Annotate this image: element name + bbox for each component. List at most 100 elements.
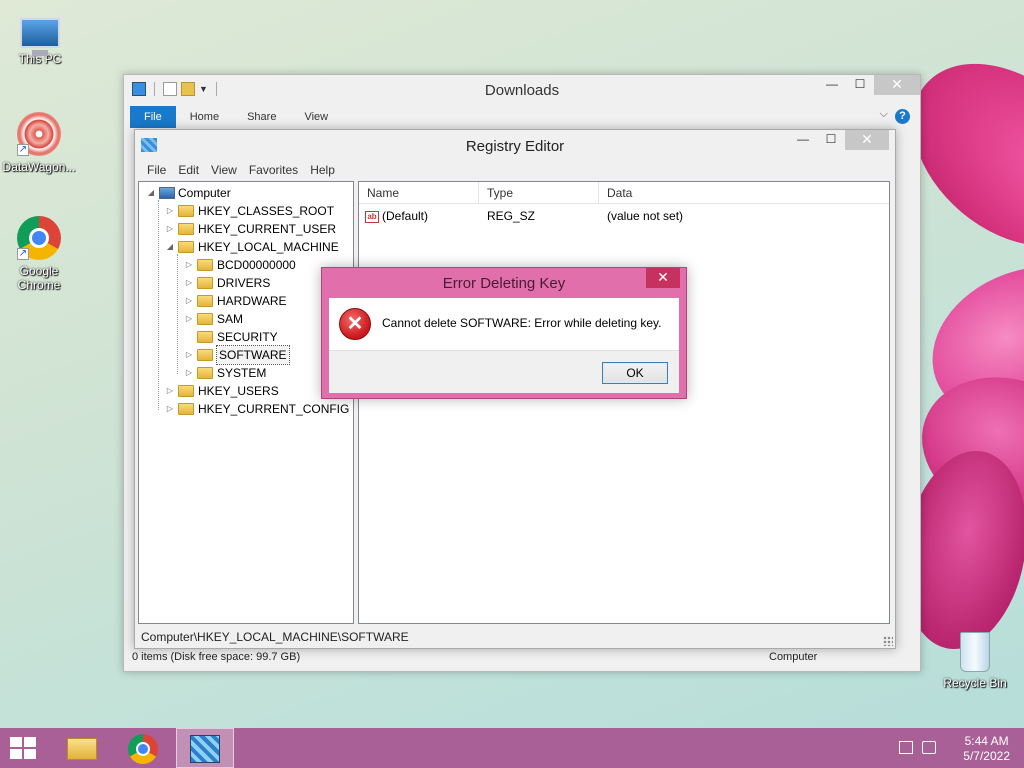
folder-icon [197, 259, 213, 271]
desktop-icon-chrome[interactable]: ↗ Google Chrome [0, 216, 79, 292]
expand-arrow-icon[interactable]: ▷ [164, 382, 176, 400]
tree-node-hkcu[interactable]: ▷ HKEY_CURRENT_USER [164, 220, 336, 238]
expand-ribbon-icon[interactable]: ⌵ [880, 108, 888, 121]
tree-node-hardware[interactable]: ▷ HARDWARE [183, 292, 287, 310]
registry-title-bar[interactable]: Registry Editor — ☐ ✕ [135, 130, 895, 160]
folder-icon [178, 385, 194, 397]
error-message: Cannot delete SOFTWARE: Error while dele… [382, 316, 662, 330]
registry-tree[interactable]: ◢ Computer ▷ HKEY_CLASSES_ROOT ▷ HKEY_CU… [138, 181, 354, 624]
list-item[interactable]: ab (Default) REG_SZ (value not set) [359, 206, 889, 226]
folder-icon [178, 223, 194, 235]
clock-time: 5:44 AM [964, 734, 1009, 748]
clock[interactable]: 5:44 AM 5/7/2022 [963, 734, 1010, 764]
tab-share[interactable]: Share [233, 106, 290, 128]
expand-arrow-icon[interactable]: ▷ [164, 202, 176, 220]
list-header: Name Type Data [359, 182, 889, 204]
menu-view[interactable]: View [205, 163, 243, 177]
maximize-button[interactable]: ☐ [846, 75, 874, 95]
tab-view[interactable]: View [290, 106, 342, 128]
tab-home[interactable]: Home [176, 106, 233, 128]
tree-node-system[interactable]: ▷ SYSTEM [183, 364, 266, 382]
tab-file[interactable]: File [130, 106, 176, 128]
help-icon[interactable]: ? [895, 109, 910, 124]
expand-arrow-icon[interactable]: ▷ [183, 310, 195, 328]
close-button[interactable]: ✕ [874, 75, 920, 95]
desktop-icon-this-pc[interactable]: This PC [0, 10, 80, 66]
menu-favorites[interactable]: Favorites [243, 163, 304, 177]
error-dialog[interactable]: Error Deleting Key ✕ ✕ Cannot delete SOF… [321, 267, 687, 399]
tree-node-computer[interactable]: ◢ Computer [145, 184, 231, 202]
expand-arrow-icon[interactable]: ▷ [183, 364, 195, 382]
desktop-icon-label: Recycle Bin [943, 676, 1007, 690]
expand-arrow-icon[interactable]: ▷ [183, 274, 195, 292]
desktop-icon-label: Google Chrome [17, 264, 61, 292]
window-title: Registry Editor [465, 138, 565, 155]
dialog-body: ✕ Cannot delete SOFTWARE: Error while de… [329, 298, 679, 393]
menu-file[interactable]: File [141, 163, 172, 177]
computer-icon [20, 18, 60, 56]
value-data: (value not set) [607, 209, 684, 223]
close-button[interactable]: ✕ [646, 268, 680, 288]
volume-muted-icon[interactable] [922, 741, 936, 754]
network-icon[interactable] [899, 741, 913, 754]
menu-help[interactable]: Help [304, 163, 341, 177]
taskbar-chrome[interactable] [114, 728, 172, 768]
tree-node-security[interactable]: SECURITY [183, 328, 278, 346]
taskbar-file-explorer[interactable] [52, 728, 110, 768]
expand-arrow-icon[interactable]: ▷ [183, 256, 195, 274]
tree-node-label: HKEY_CURRENT_CONFIG [198, 402, 350, 416]
close-button[interactable]: ✕ [845, 130, 889, 150]
resize-grip-icon[interactable] [883, 636, 893, 646]
dialog-title: Error Deleting Key [442, 275, 566, 292]
expand-arrow-icon[interactable]: ▷ [183, 292, 195, 310]
folder-open-icon [178, 241, 194, 253]
tree-node-hklm[interactable]: ◢ HKEY_LOCAL_MACHINE [164, 238, 339, 256]
maximize-button[interactable]: ☐ [817, 130, 845, 150]
tree-node-hkcr[interactable]: ▷ HKEY_CLASSES_ROOT [164, 202, 334, 220]
menu-edit[interactable]: Edit [172, 163, 205, 177]
taskbar-registry-editor[interactable] [176, 728, 234, 768]
tree-node-sam[interactable]: ▷ SAM [183, 310, 243, 328]
column-header-type[interactable]: Type [479, 182, 599, 203]
minimize-button[interactable]: — [789, 130, 817, 150]
expand-arrow-icon[interactable]: ▷ [164, 400, 176, 418]
shortcut-arrow-icon: ↗ [17, 248, 29, 260]
taskbar: 5:44 AM 5/7/2022 [0, 728, 1024, 768]
tree-node-label: SOFTWARE [216, 345, 290, 365]
folder-icon [197, 313, 213, 325]
ok-button[interactable]: OK [602, 362, 668, 384]
string-value-icon: ab [365, 210, 379, 223]
collapse-arrow-icon[interactable]: ◢ [145, 184, 157, 202]
chrome-icon [128, 734, 158, 764]
column-header-name[interactable]: Name [359, 182, 479, 203]
value-type: REG_SZ [487, 209, 536, 223]
desktop-icon-label: DataWagon... [2, 160, 76, 174]
folder-icon [197, 295, 213, 307]
recycle-bin-icon [960, 632, 990, 672]
minimize-button[interactable]: — [818, 75, 846, 95]
tree-node-label: HARDWARE [217, 294, 287, 308]
desktop-icon-recycle-bin[interactable]: Recycle Bin [935, 632, 1015, 690]
values-list[interactable]: Name Type Data ab (Default) REG_SZ (value… [358, 181, 890, 624]
explorer-title-bar[interactable]: ▼ Downloads — ☐ ✕ [124, 75, 920, 105]
dialog-footer: OK [329, 350, 679, 393]
expand-arrow-icon[interactable]: ▷ [183, 346, 195, 364]
expand-arrow-icon[interactable]: ▷ [164, 220, 176, 238]
windows-logo-icon [10, 737, 22, 747]
desktop-icon-datawagon[interactable]: ↗ DataWagon... [0, 112, 79, 174]
tree-node-software[interactable]: ▷ SOFTWARE [183, 345, 290, 365]
column-header-data[interactable]: Data [599, 182, 889, 203]
start-button[interactable] [10, 737, 38, 761]
tree-node-hkcc[interactable]: ▷ HKEY_CURRENT_CONFIG [164, 400, 349, 418]
explorer-status-text: 0 items (Disk free space: 99.7 GB) [132, 651, 301, 663]
tree-node-hku[interactable]: ▷ HKEY_USERS [164, 382, 279, 400]
value-name: (Default) [382, 209, 429, 223]
clock-date: 5/7/2022 [963, 749, 1010, 763]
tree-node-bcd[interactable]: ▷ BCD00000000 [183, 256, 296, 274]
folder-icon [67, 738, 97, 760]
collapse-arrow-icon[interactable]: ◢ [164, 238, 176, 256]
chrome-icon: ↗ [17, 216, 61, 260]
tree-node-drivers[interactable]: ▷ DRIVERS [183, 274, 270, 292]
tree-node-label: Computer [178, 186, 231, 200]
dialog-title-bar[interactable]: Error Deleting Key ✕ [322, 268, 686, 298]
